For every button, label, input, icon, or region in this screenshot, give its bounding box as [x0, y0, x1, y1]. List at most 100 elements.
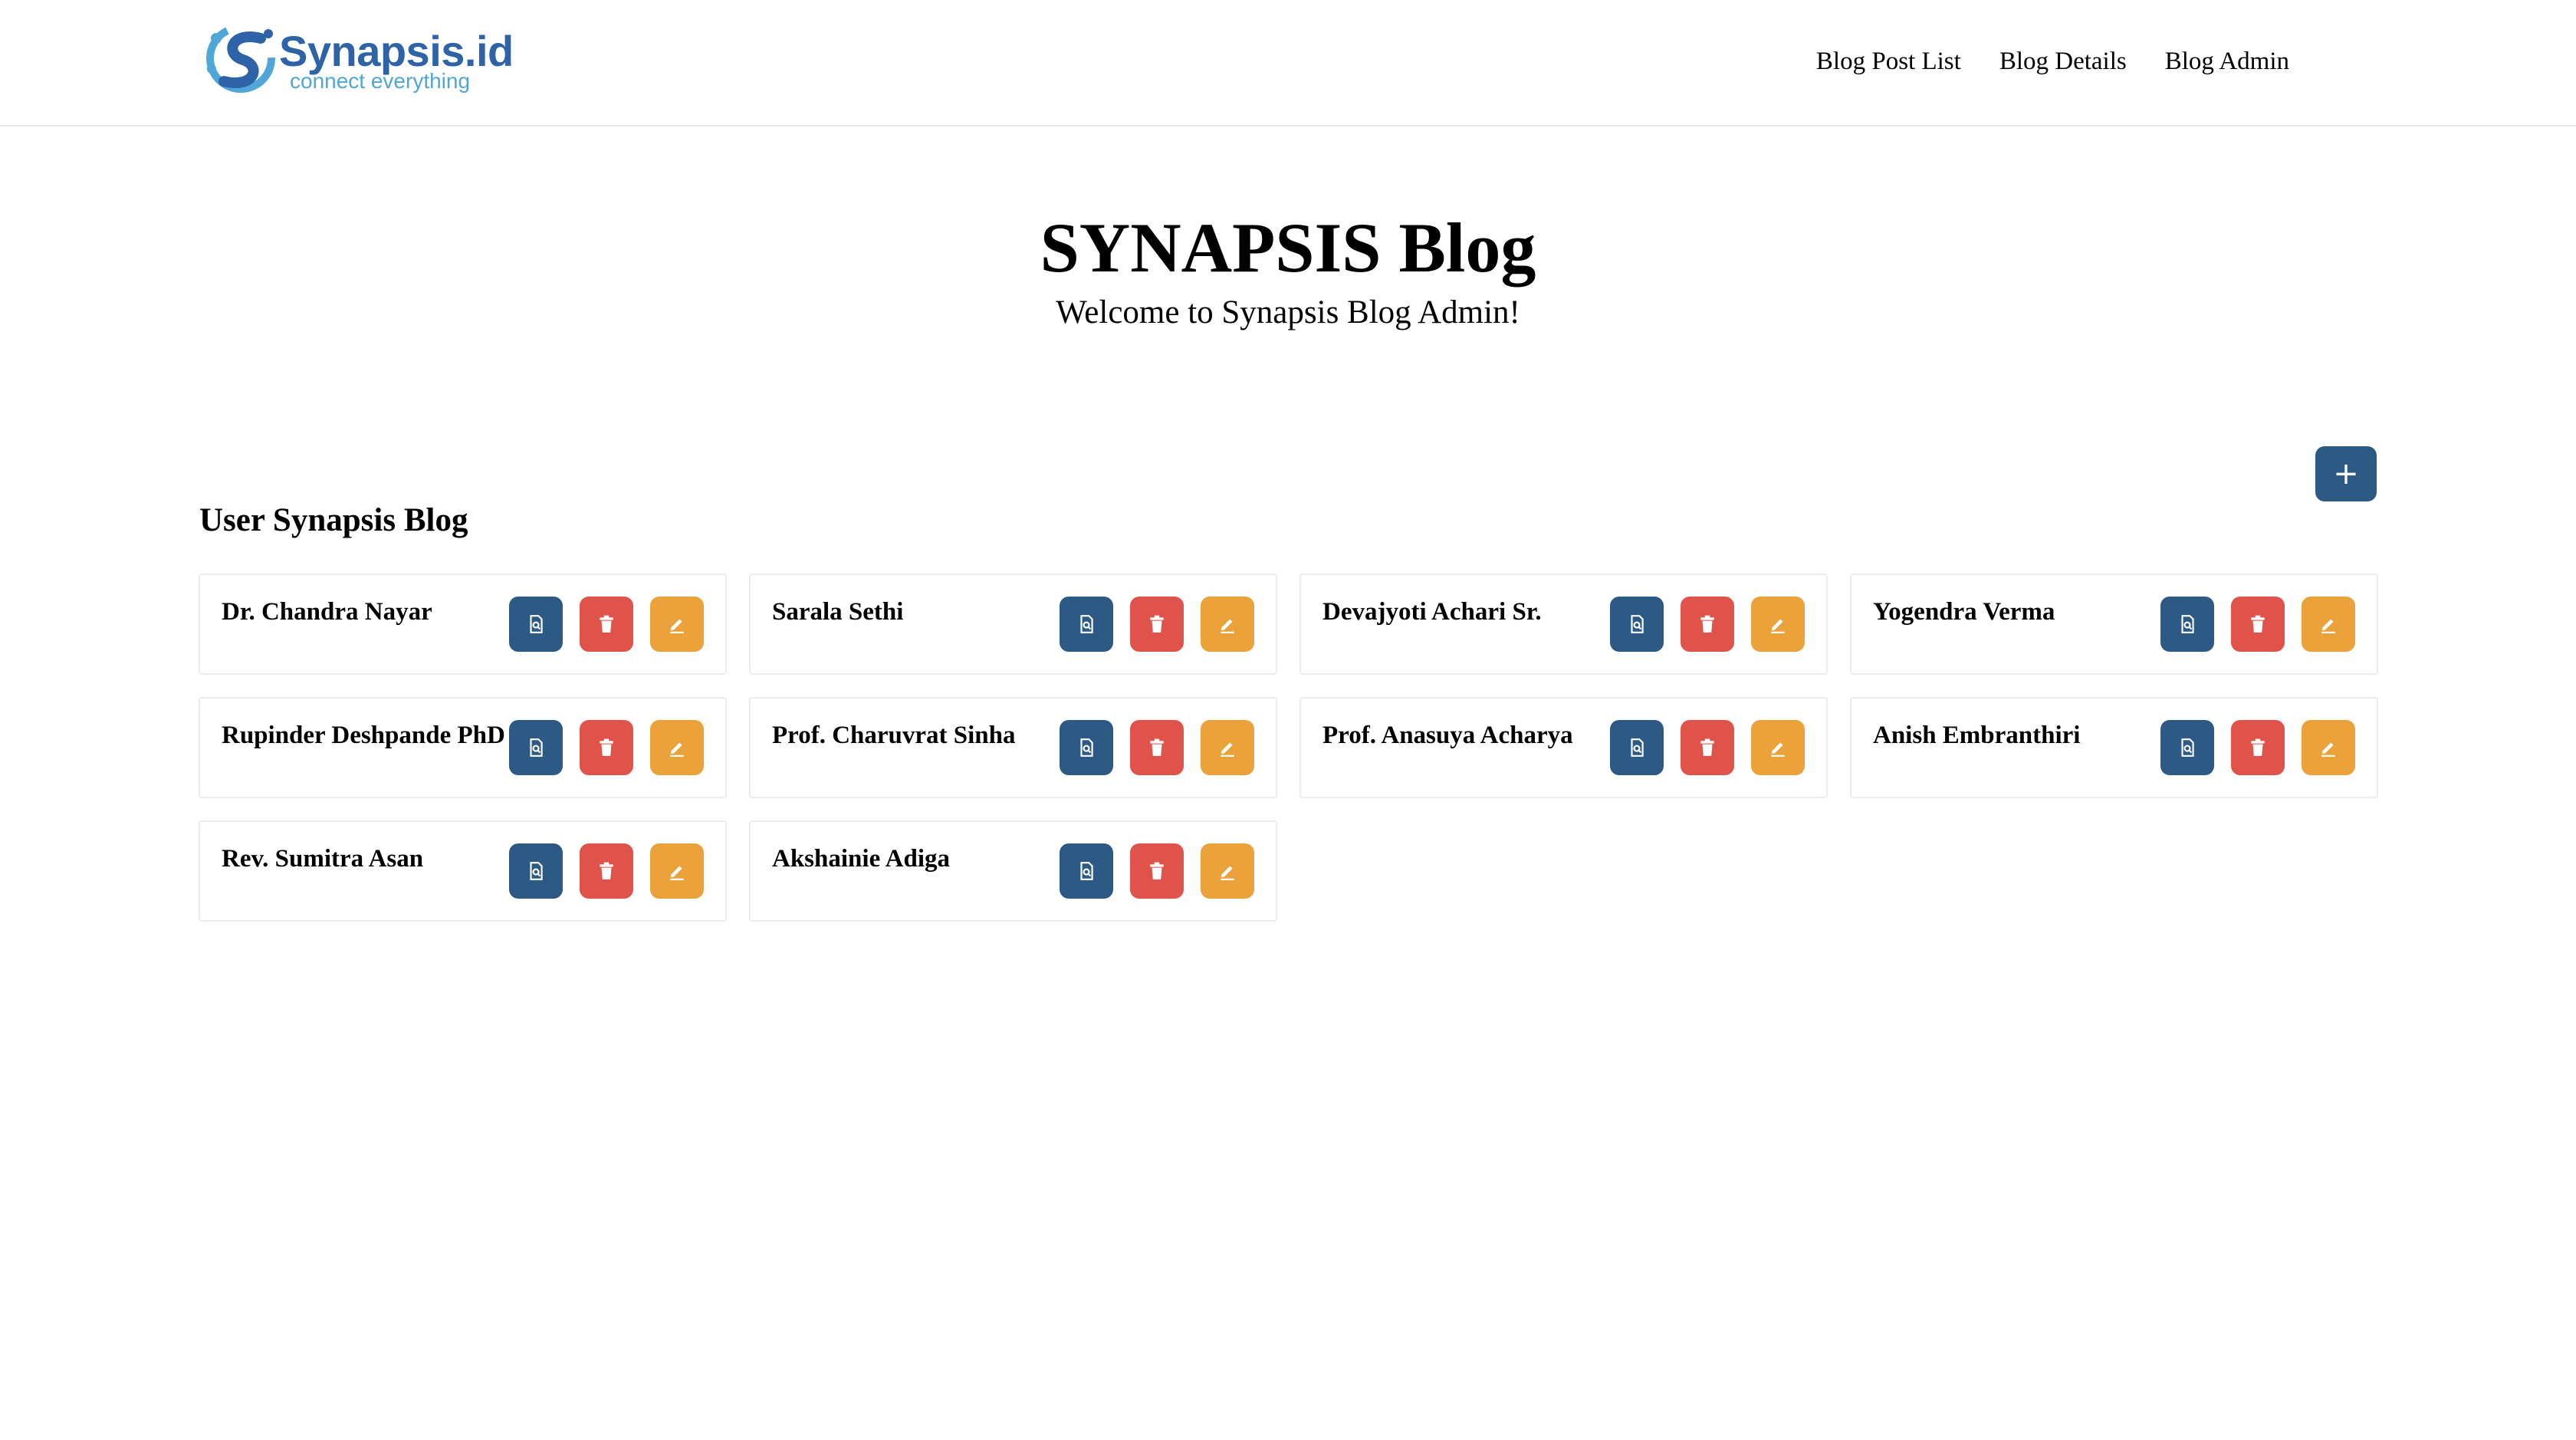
brand-tagline: connect everything: [290, 69, 471, 93]
delete-button[interactable]: [1681, 720, 1734, 775]
view-button[interactable]: [509, 597, 563, 652]
user-name: Prof. Anasuya Acharya: [1322, 722, 1573, 749]
view-button[interactable]: [2160, 597, 2214, 652]
view-button[interactable]: [509, 843, 563, 899]
user-name: Rupinder Deshpande PhD: [222, 722, 505, 749]
user-name: Prof. Charuvrat Sinha: [772, 722, 1016, 749]
trash-icon: [2251, 738, 2265, 756]
delete-button[interactable]: [580, 843, 633, 899]
add-user-button[interactable]: +: [2315, 446, 2377, 501]
edit-button[interactable]: [1751, 597, 1805, 652]
trash-icon: [1700, 738, 1714, 756]
user-actions: [2160, 720, 2355, 775]
nav-blog-admin[interactable]: Blog Admin: [2165, 48, 2289, 76]
view-button[interactable]: [1060, 720, 1113, 775]
pencil-icon: [1221, 619, 1234, 633]
view-button[interactable]: [2160, 720, 2214, 775]
user-name: Yogendra Verma: [1873, 598, 2055, 626]
top-navbar: Synapsis.id connect everything Blog Post…: [0, 0, 2576, 127]
pencil-icon: [1221, 742, 1234, 757]
nav-blog-post-list[interactable]: Blog Post List: [1816, 48, 1961, 76]
delete-button[interactable]: [1130, 597, 1184, 652]
trash-icon: [600, 738, 613, 756]
synapsis-logo-icon: [206, 24, 275, 93]
pencil-icon: [670, 866, 684, 880]
view-button[interactable]: [1060, 597, 1113, 652]
view-document-icon: [530, 615, 543, 633]
user-actions: [2160, 597, 2355, 652]
view-document-icon: [1080, 738, 1093, 757]
view-document-icon: [1631, 738, 1644, 757]
user-card: Yogendra Verma: [1850, 574, 2378, 675]
trash-icon: [1150, 615, 1164, 633]
trash-icon: [600, 862, 613, 879]
view-document-icon: [2181, 738, 2194, 757]
view-button[interactable]: [509, 720, 563, 775]
user-name: Sarala Sethi: [772, 598, 904, 626]
user-card: Prof. Anasuya Acharya: [1300, 697, 1828, 798]
edit-button[interactable]: [1201, 720, 1254, 775]
user-card: Devajyoti Achari Sr.: [1300, 574, 1828, 675]
user-actions: [1060, 597, 1254, 652]
delete-button[interactable]: [580, 720, 633, 775]
user-name: Dr. Chandra Nayar: [222, 598, 432, 626]
edit-button[interactable]: [1201, 843, 1254, 899]
pencil-icon: [1771, 742, 1785, 757]
user-actions: [1610, 597, 1805, 652]
view-document-icon: [530, 862, 543, 880]
trash-icon: [2251, 615, 2265, 633]
edit-button[interactable]: [650, 843, 704, 899]
trash-icon: [600, 615, 613, 633]
brand-logo[interactable]: Synapsis.id connect everything: [201, 15, 514, 100]
section-title: User Synapsis Blog: [199, 502, 468, 538]
user-actions: [1610, 720, 1805, 775]
edit-button[interactable]: [650, 720, 704, 775]
pencil-icon: [670, 619, 684, 633]
page-title: SYNAPSIS Blog: [1040, 209, 1536, 287]
user-name: Devajyoti Achari Sr.: [1322, 598, 1542, 626]
trash-icon: [1150, 738, 1164, 756]
pencil-icon: [2321, 742, 2335, 757]
user-actions: [509, 843, 704, 899]
delete-button[interactable]: [2231, 597, 2285, 652]
trash-icon: [1700, 615, 1714, 633]
edit-button[interactable]: [1201, 597, 1254, 652]
edit-button[interactable]: [2302, 597, 2355, 652]
user-card: Rupinder Deshpande PhD: [199, 697, 727, 798]
main-nav: Blog Post List Blog Details Blog Admin: [1816, 48, 2289, 76]
view-button[interactable]: [1060, 843, 1113, 899]
user-actions: [1060, 720, 1254, 775]
edit-button[interactable]: [650, 597, 704, 652]
user-card: Sarala Sethi: [749, 574, 1277, 675]
trash-icon: [1150, 862, 1164, 879]
user-card: Prof. Charuvrat Sinha: [749, 697, 1277, 798]
user-name: Anish Embranthiri: [1873, 722, 2081, 749]
nav-blog-details[interactable]: Blog Details: [1999, 48, 2127, 76]
user-card: Dr. Chandra Nayar: [199, 574, 727, 675]
delete-button[interactable]: [580, 597, 633, 652]
user-actions: [509, 597, 704, 652]
plus-icon: +: [2333, 456, 2359, 492]
pencil-icon: [1221, 866, 1234, 880]
pencil-icon: [1771, 619, 1785, 633]
delete-button[interactable]: [1681, 597, 1734, 652]
pencil-icon: [2321, 619, 2335, 633]
pencil-icon: [670, 742, 684, 757]
page-subtitle: Welcome to Synapsis Blog Admin!: [1056, 294, 1520, 330]
edit-button[interactable]: [1751, 720, 1805, 775]
delete-button[interactable]: [2231, 720, 2285, 775]
user-actions: [1060, 843, 1254, 899]
delete-button[interactable]: [1130, 720, 1184, 775]
view-document-icon: [2181, 615, 2194, 633]
user-card: Rev. Sumitra Asan: [199, 820, 727, 922]
view-document-icon: [1631, 615, 1644, 633]
view-document-icon: [1080, 615, 1093, 633]
user-actions: [509, 720, 704, 775]
edit-button[interactable]: [2302, 720, 2355, 775]
view-button[interactable]: [1610, 597, 1664, 652]
delete-button[interactable]: [1130, 843, 1184, 899]
view-document-icon: [1080, 862, 1093, 880]
view-document-icon: [530, 738, 543, 757]
user-card: Akshainie Adiga: [749, 820, 1277, 922]
view-button[interactable]: [1610, 720, 1664, 775]
